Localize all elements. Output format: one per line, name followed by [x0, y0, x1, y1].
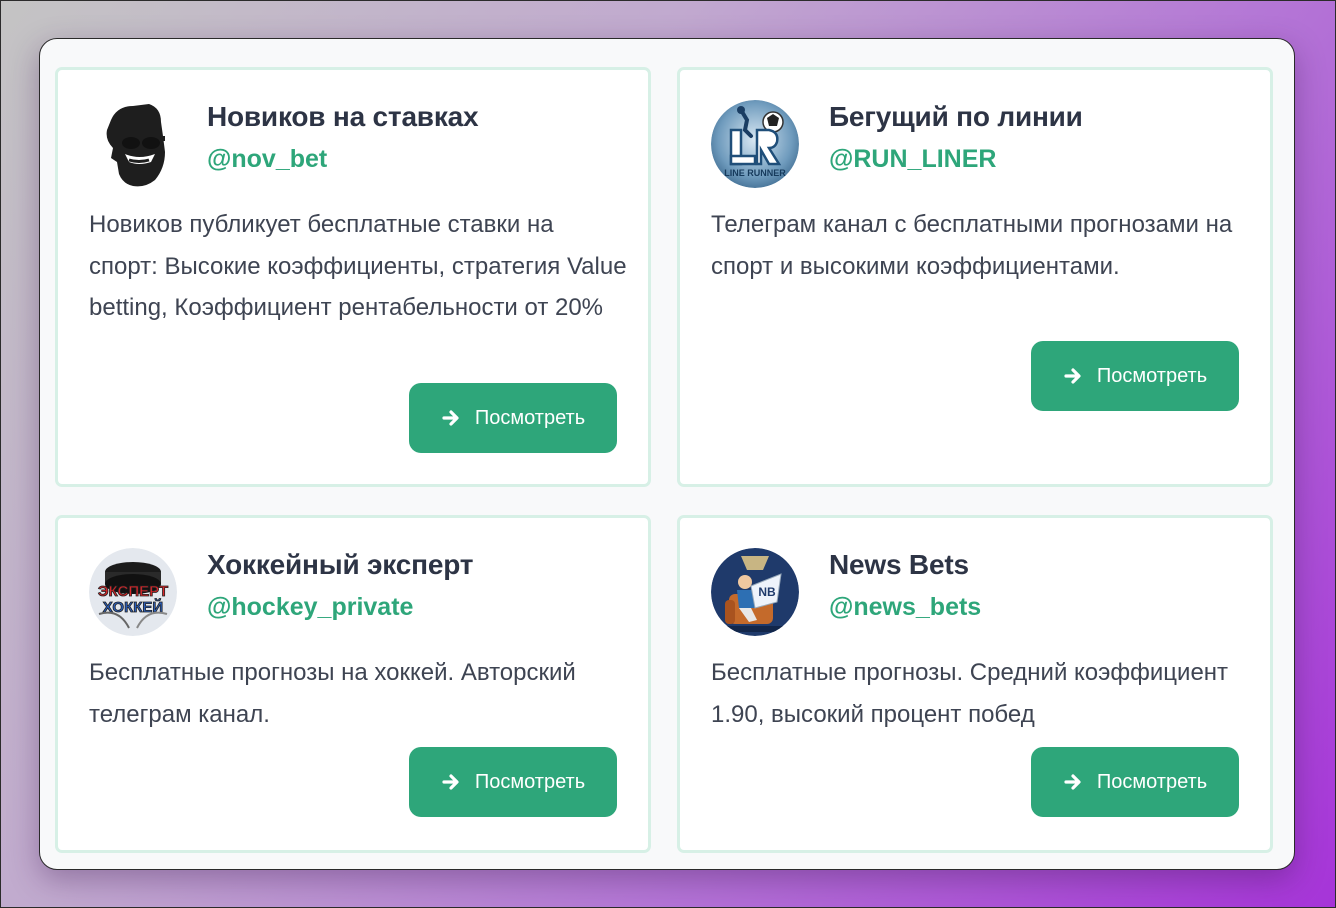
- arrow-right-icon: [1063, 772, 1083, 792]
- line-runner-logo-icon: LINE RUNNER: [711, 100, 799, 188]
- svg-text:NB: NB: [758, 585, 776, 599]
- arrow-right-icon: [441, 772, 461, 792]
- arrow-right-icon: [441, 408, 461, 428]
- channel-description: Бесплатные прогнозы на хоккей. Авторский…: [89, 659, 576, 728]
- channel-card: LINE RUNNER Бегущий по линии @RUN_LINER …: [677, 67, 1273, 487]
- channel-handle[interactable]: @nov_bet: [207, 145, 327, 174]
- channel-title: Хоккейный эксперт: [207, 549, 474, 580]
- view-channel-label: Посмотреть: [474, 406, 586, 429]
- channel-description: Бесплатные прогнозы. Средний коэффициент…: [711, 659, 1229, 728]
- view-channel-button[interactable]: Посмотреть: [409, 383, 617, 453]
- svg-text:LINE RUNNER: LINE RUNNER: [724, 168, 786, 178]
- channel-handle[interactable]: @news_bets: [829, 593, 981, 622]
- hockey-puck-expert-icon: ЭКСПЕРТ ХОККЕЙ: [89, 548, 177, 636]
- view-channel-label: Посмотреть: [474, 770, 586, 793]
- channel-avatar[interactable]: LINE RUNNER: [711, 100, 799, 188]
- channel-avatar[interactable]: ЭКСПЕРТ ХОККЕЙ: [89, 548, 177, 636]
- news-bets-character-icon: NB: [711, 548, 799, 636]
- channel-handle[interactable]: @RUN_LINER: [829, 145, 996, 174]
- channel-description: Новиков публикует бесплатные ставки на с…: [89, 211, 627, 321]
- channel-card: NB News Bets @news_bets Бесплатные прогн…: [677, 515, 1273, 853]
- view-channel-button[interactable]: Посмотреть: [409, 747, 617, 817]
- channels-panel: Новиков на ставках @nov_bet Новиков публ…: [39, 38, 1295, 870]
- bearded-man-sunglasses-icon: [89, 100, 177, 188]
- view-channel-label: Посмотреть: [1096, 364, 1208, 387]
- channel-handle[interactable]: @hockey_private: [207, 593, 413, 622]
- channel-title: Бегущий по линии: [829, 101, 1083, 132]
- view-channel-button[interactable]: Посмотреть: [1031, 747, 1239, 817]
- channel-avatar[interactable]: NB: [711, 548, 799, 636]
- svg-text:ЭКСПЕРТ: ЭКСПЕРТ: [98, 583, 168, 600]
- channel-avatar[interactable]: [89, 100, 177, 188]
- channel-card: Новиков на ставках @nov_bet Новиков публ…: [55, 67, 651, 487]
- view-channel-label: Посмотреть: [1096, 770, 1208, 793]
- channel-description: Телеграм канал с бесплатными прогнозами …: [711, 211, 1233, 280]
- channel-title: Новиков на ставках: [207, 101, 479, 132]
- arrow-right-icon: [1063, 366, 1083, 386]
- channel-title: News Bets: [829, 549, 969, 580]
- view-channel-button[interactable]: Посмотреть: [1031, 341, 1239, 411]
- channel-card: ЭКСПЕРТ ХОККЕЙ Хоккейный эксперт @hockey…: [55, 515, 651, 853]
